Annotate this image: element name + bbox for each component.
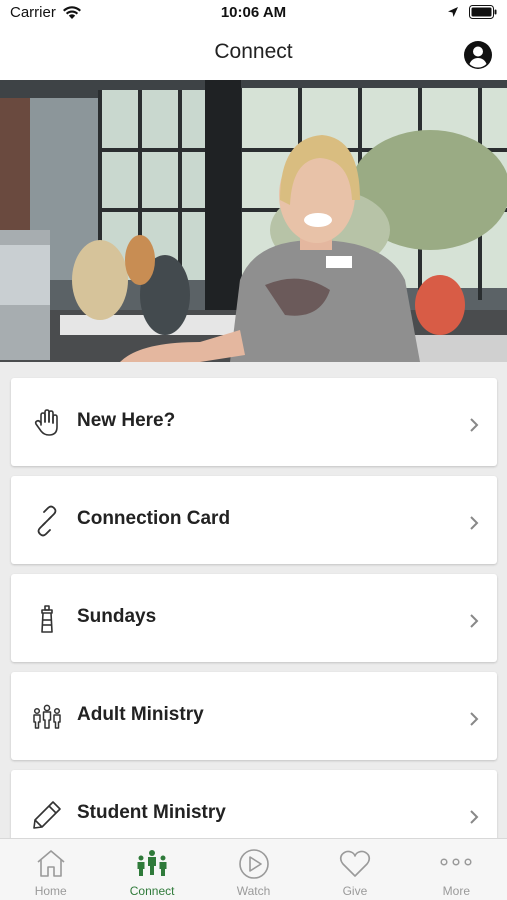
card-label: Sundays [77,606,157,627]
people-group-icon [33,704,61,729]
lighthouse-icon [41,605,53,633]
card-label: Connection Card [77,508,231,529]
navigation-bar: Connect [0,28,507,80]
tab-more[interactable]: More [406,839,507,900]
card-label: Student Ministry [77,802,226,823]
heart-icon [339,850,370,877]
card-label: Adult Ministry [77,704,204,725]
chevron-right-icon [470,712,479,726]
play-icon [238,849,269,879]
page-title: Connect [214,40,293,63]
link-icon [37,505,57,537]
tab-give[interactable]: Give [304,839,405,900]
tab-home[interactable]: Home [0,839,101,900]
pencil-icon [33,801,61,829]
tab-label: Home [34,884,67,898]
location-arrow-icon [448,7,458,17]
new-here-card[interactable]: New Here? [11,378,497,466]
hero-image [0,80,507,362]
home-icon [37,850,65,877]
hand-icon [34,409,58,436]
profile-icon[interactable] [463,40,493,70]
connect-people-icon [137,850,167,876]
card-label: New Here? [77,410,176,431]
chevron-right-icon [470,516,479,530]
connection-card-card[interactable]: Connection Card [11,476,497,564]
tab-watch[interactable]: Watch [203,839,304,900]
sundays-card[interactable]: Sundays [11,574,497,662]
tab-label: Connect [129,884,175,898]
tab-bar: Home Connect Watch Give More [0,838,507,900]
chevron-right-icon [470,418,479,432]
chevron-right-icon [470,810,479,824]
tab-label: Give [342,884,368,898]
tab-label: More [442,884,470,898]
adult-ministry-card[interactable]: Adult Ministry [11,672,497,760]
menu-list: New Here? Connection Card Sundays Adult … [11,378,497,868]
tab-connect[interactable]: Connect [101,839,202,900]
tab-label: Watch [236,884,271,898]
status-bar: Carrier 10:06 AM [0,0,507,28]
battery-icon [469,5,497,19]
chevron-right-icon [470,614,479,628]
status-time: 10:06 AM [220,4,287,21]
more-dots-icon [440,858,472,866]
